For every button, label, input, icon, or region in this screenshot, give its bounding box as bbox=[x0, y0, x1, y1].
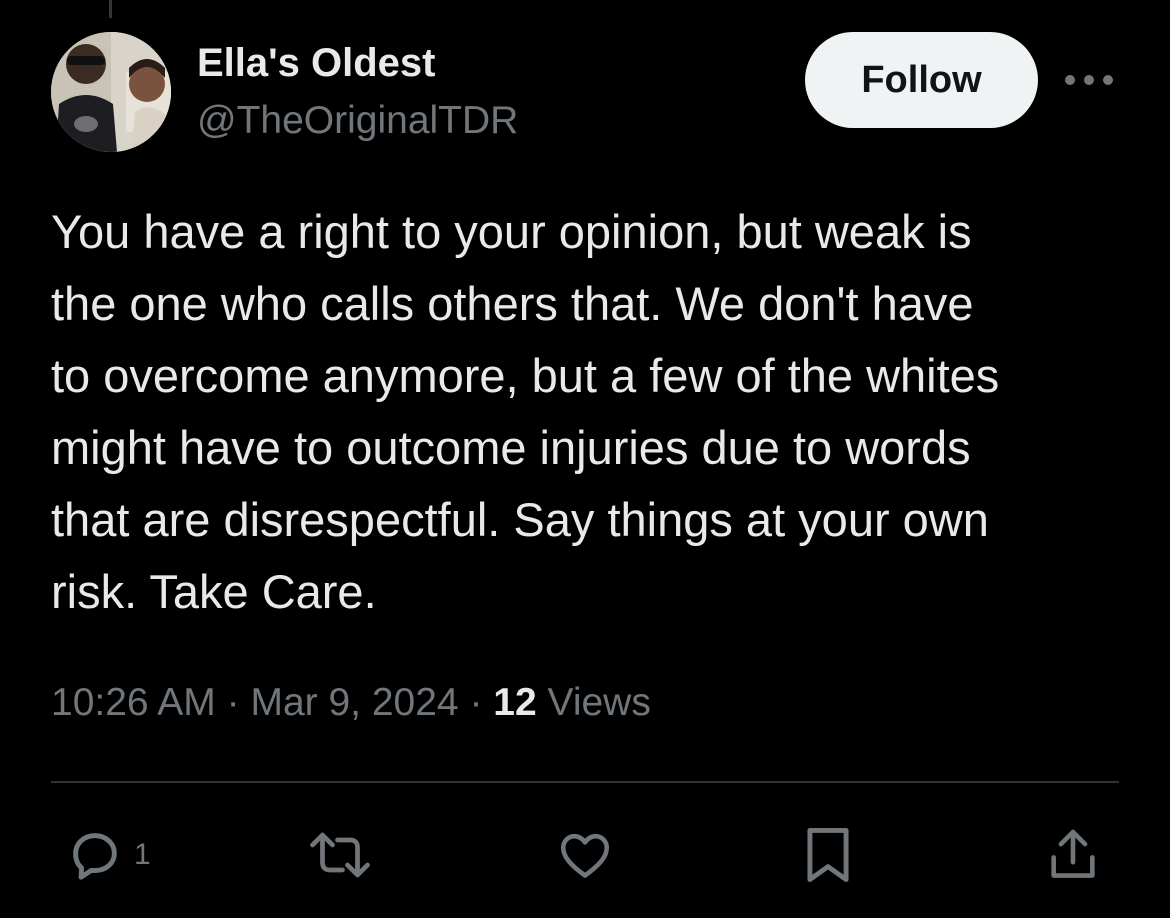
bookmark-icon bbox=[807, 828, 849, 882]
tweet-meta: 10:26 AM · Mar 9, 2024 · 12 Views bbox=[51, 678, 651, 728]
retweet-button[interactable] bbox=[305, 822, 375, 888]
reply-icon bbox=[73, 833, 117, 880]
follow-button[interactable]: Follow bbox=[805, 32, 1038, 128]
tweet-text: You have a right to your opinion, but we… bbox=[51, 205, 1000, 618]
more-options-button[interactable] bbox=[1062, 62, 1116, 98]
author-handle[interactable]: @TheOriginalTDR bbox=[197, 98, 518, 144]
avatar[interactable] bbox=[51, 32, 171, 152]
thread-connector-line bbox=[109, 0, 112, 18]
meta-separator: · bbox=[226, 681, 240, 724]
more-horizontal-icon bbox=[1065, 75, 1113, 85]
meta-separator: · bbox=[469, 681, 483, 724]
reply-count: 1 bbox=[134, 838, 151, 871]
heart-icon bbox=[560, 833, 610, 878]
divider bbox=[51, 781, 1119, 783]
views-label: Views bbox=[547, 681, 651, 724]
avatar-photo bbox=[51, 32, 171, 152]
views-count: 12 bbox=[493, 681, 537, 724]
share-button[interactable] bbox=[1044, 822, 1102, 888]
share-icon bbox=[1051, 829, 1095, 878]
retweet-icon bbox=[310, 832, 370, 878]
tweet-date[interactable]: Mar 9, 2024 bbox=[250, 681, 458, 724]
reply-button[interactable]: 1 bbox=[64, 822, 151, 888]
like-button[interactable] bbox=[556, 822, 614, 888]
author-display-name[interactable]: Ella's Oldest bbox=[197, 40, 436, 86]
tweet-time[interactable]: 10:26 AM bbox=[51, 681, 216, 724]
bookmark-button[interactable] bbox=[800, 822, 856, 888]
